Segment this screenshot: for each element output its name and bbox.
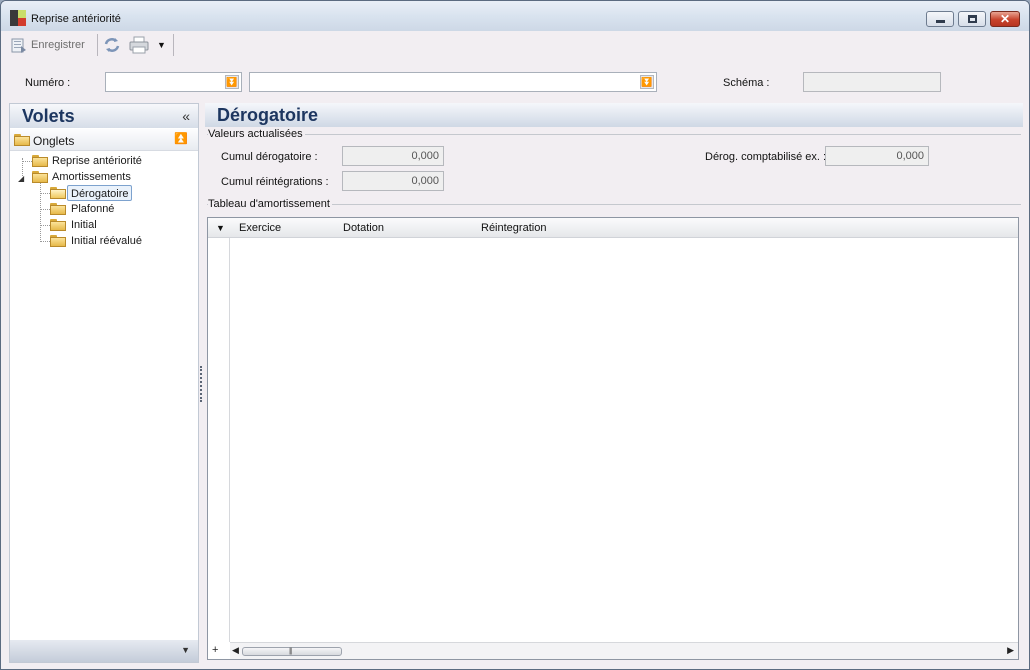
collapse-panel-button[interactable]: « <box>182 108 190 124</box>
collapse-triangle-icon[interactable]: ◢ <box>18 174 24 183</box>
scroll-left-icon[interactable]: ◀ <box>232 645 239 656</box>
refresh-button[interactable] <box>103 35 121 55</box>
numero-dropdown-button[interactable]: ⏬ <box>225 75 239 89</box>
tree-item-derogatoire[interactable]: Dérogatoire <box>67 185 133 201</box>
derog-comptabilise-label: Dérog. comptabilisé ex. : <box>705 151 827 163</box>
toolbar: Enregistrer ▼ <box>1 31 1029 59</box>
printer-icon <box>129 36 149 54</box>
volets-title: Volets <box>22 106 75 126</box>
open-folder-icon <box>50 187 66 199</box>
cumul-reintegrations-label: Cumul réintégrations : <box>221 176 329 188</box>
cumul-reintegrations-field[interactable]: 0,000 <box>342 171 444 191</box>
save-button[interactable]: Enregistrer <box>11 35 85 55</box>
double-chevron-left-icon: « <box>182 108 190 124</box>
folder-icon <box>50 203 66 215</box>
group-divider <box>207 134 1021 135</box>
scrollbar-thumb[interactable]: ||| <box>242 647 342 656</box>
toolbar-separator <box>173 34 174 56</box>
refresh-icon <box>104 38 120 52</box>
double-chevron-up-icon[interactable]: ⏫ <box>174 132 188 145</box>
numero-row: Numéro : ⏬ ⏬ Schéma : <box>1 69 1029 99</box>
tree-connector <box>40 193 50 194</box>
amortization-table: ▼ Exercice Dotation Réintegration + ◀ ||… <box>207 217 1019 660</box>
chevron-down-icon[interactable]: ▼ <box>181 645 190 655</box>
column-header-exercice[interactable]: Exercice <box>239 222 281 234</box>
cumul-derogatoire-field[interactable]: 0,000 <box>342 146 444 166</box>
tree-connector <box>40 209 50 210</box>
double-chevron-down-icon: ⏬ <box>641 77 653 87</box>
tree-connector <box>40 182 41 240</box>
folder-icon <box>50 235 66 247</box>
save-icon <box>11 38 26 53</box>
onglets-label: Onglets <box>33 134 75 148</box>
volets-footer: ▼ <box>10 640 198 662</box>
schema-field[interactable] <box>803 72 941 92</box>
app-window: Reprise antériorité ✕ Enregistrer ▼ Numé… <box>0 0 1030 670</box>
tree-item-amortissements[interactable]: Amortissements <box>52 169 131 185</box>
folder-icon <box>32 171 48 183</box>
numero-combo[interactable]: ⏬ <box>105 72 242 92</box>
app-icon <box>10 10 26 26</box>
section-header: Dérogatoire <box>205 103 1023 127</box>
derog-comptabilise-field[interactable]: 0,000 <box>825 146 929 166</box>
minimize-icon <box>936 20 945 23</box>
print-dropdown-button[interactable]: ▼ <box>157 35 166 55</box>
window-title: Reprise antériorité <box>31 13 121 25</box>
folder-icon <box>50 219 66 231</box>
horizontal-scrollbar[interactable]: ◀ ||| ▶ <box>230 642 1018 659</box>
close-button[interactable]: ✕ <box>990 11 1020 27</box>
volets-panel: Volets « Onglets ⏫ Reprise antériorité ◢… <box>9 103 199 663</box>
cumul-derogatoire-label: Cumul dérogatoire : <box>221 151 318 163</box>
row-selector-column <box>208 238 230 642</box>
tree-item-initial[interactable]: Initial <box>71 217 97 233</box>
column-chooser-icon[interactable]: ▼ <box>216 223 225 233</box>
dropdown-arrow-icon: ▼ <box>157 40 166 50</box>
table-header: ▼ Exercice Dotation Réintegration <box>208 218 1018 238</box>
tree-connector <box>22 161 32 162</box>
numero-description-combo[interactable]: ⏬ <box>249 72 657 92</box>
double-chevron-down-icon: ⏬ <box>226 77 238 87</box>
volets-header: Volets « <box>10 104 198 128</box>
table-group-label: Tableau d'amortissement <box>208 198 332 210</box>
maximize-icon <box>968 15 977 23</box>
title-bar: Reprise antériorité ✕ <box>1 1 1029 31</box>
tree-item-initial-reevalue[interactable]: Initial réévalué <box>71 233 142 249</box>
tree-connector <box>40 225 50 226</box>
tree-item-plafonne[interactable]: Plafonné <box>71 201 114 217</box>
folder-icon <box>32 155 48 167</box>
section-title: Dérogatoire <box>217 105 319 125</box>
values-group-label: Valeurs actualisées <box>208 128 305 140</box>
print-button[interactable] <box>129 35 149 55</box>
minimize-button[interactable] <box>926 11 954 27</box>
numero-label: Numéro : <box>25 77 71 89</box>
maximize-button[interactable] <box>958 11 986 27</box>
column-header-reintegration[interactable]: Réintegration <box>481 222 546 234</box>
onglets-bar[interactable]: Onglets ⏫ <box>10 129 198 151</box>
save-label: Enregistrer <box>31 39 85 51</box>
tree-item-reprise-anteriorite[interactable]: Reprise antériorité <box>52 153 142 169</box>
column-header-dotation[interactable]: Dotation <box>343 222 384 234</box>
add-row-icon[interactable]: + <box>212 644 218 656</box>
toolbar-separator <box>97 34 98 56</box>
scroll-right-icon[interactable]: ▶ <box>1007 645 1014 656</box>
close-icon: ✕ <box>999 12 1011 26</box>
schema-label: Schéma : <box>723 77 770 89</box>
numero-description-dropdown-button[interactable]: ⏬ <box>640 75 654 89</box>
folder-icon <box>14 134 30 146</box>
tree-connector <box>40 241 50 242</box>
panel-splitter[interactable] <box>200 366 203 402</box>
